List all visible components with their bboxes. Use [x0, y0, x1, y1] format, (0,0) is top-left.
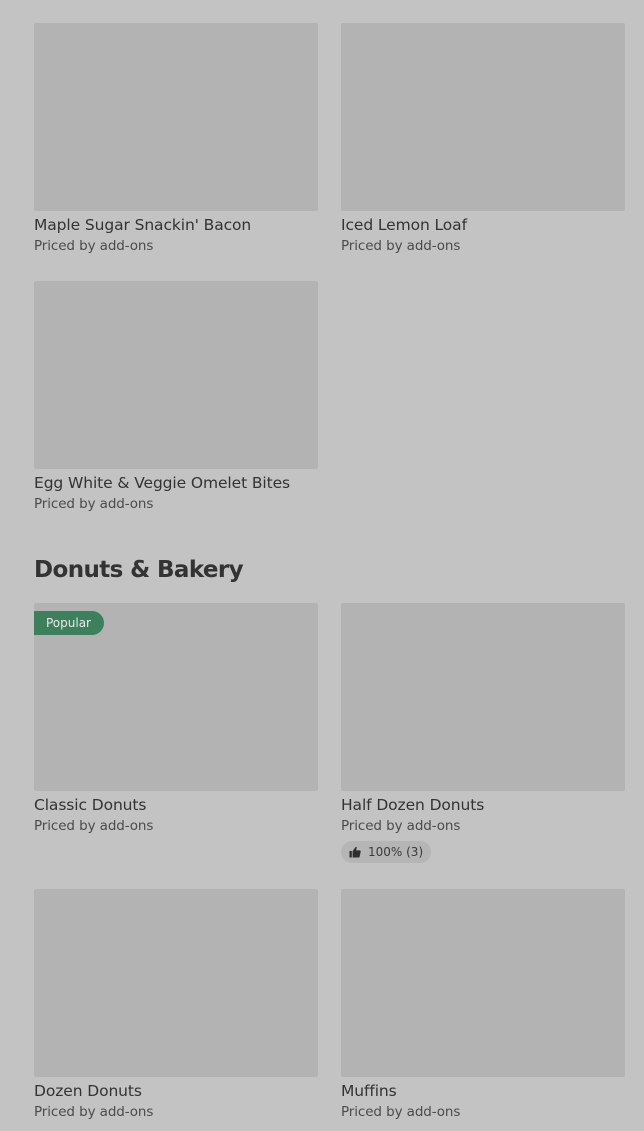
- item-name: Egg White & Veggie Omelet Bites: [34, 474, 291, 492]
- menu-page: Maple Sugar Snackin' Bacon Priced by add…: [0, 0, 644, 1131]
- item-price: Priced by add-ons: [34, 238, 154, 254]
- item-image[interactable]: [341, 889, 625, 1077]
- rating-text: 100% (3): [368, 845, 424, 859]
- menu-item-card[interactable]: Popular Classic Donuts Priced by add-ons: [34, 603, 318, 835]
- section-title: Donuts & Bakery: [34, 557, 244, 583]
- menu-item-card[interactable]: Muffins Priced by add-ons: [341, 889, 625, 1121]
- item-name: Half Dozen Donuts: [341, 796, 485, 814]
- item-image[interactable]: [341, 603, 625, 791]
- item-price: Priced by add-ons: [34, 818, 154, 834]
- item-price: Priced by add-ons: [34, 496, 154, 512]
- item-price: Priced by add-ons: [341, 238, 461, 254]
- item-name: Muffins: [341, 1082, 397, 1100]
- item-price: Priced by add-ons: [341, 818, 461, 834]
- item-price: Priced by add-ons: [341, 1104, 461, 1120]
- rating-badge: 100% (3): [341, 841, 432, 863]
- item-image[interactable]: [341, 23, 625, 211]
- menu-item-card[interactable]: Dozen Donuts Priced by add-ons: [34, 889, 318, 1121]
- item-image[interactable]: [34, 889, 318, 1077]
- popular-badge: Popular: [34, 611, 104, 635]
- menu-item-card[interactable]: Half Dozen Donuts Priced by add-ons 100%…: [341, 603, 625, 863]
- item-name: Maple Sugar Snackin' Bacon: [34, 216, 252, 234]
- item-name: Classic Donuts: [34, 796, 147, 814]
- menu-item-card[interactable]: Maple Sugar Snackin' Bacon Priced by add…: [34, 23, 318, 255]
- thumbs-up-icon: [349, 846, 361, 858]
- menu-item-card[interactable]: Iced Lemon Loaf Priced by add-ons: [341, 23, 625, 255]
- item-name: Iced Lemon Loaf: [341, 216, 467, 234]
- item-image[interactable]: Popular: [34, 603, 318, 791]
- item-name: Dozen Donuts: [34, 1082, 142, 1100]
- item-image[interactable]: [34, 23, 318, 211]
- item-image[interactable]: [34, 281, 318, 469]
- item-price: Priced by add-ons: [34, 1104, 154, 1120]
- menu-item-card[interactable]: Egg White & Veggie Omelet Bites Priced b…: [34, 281, 318, 513]
